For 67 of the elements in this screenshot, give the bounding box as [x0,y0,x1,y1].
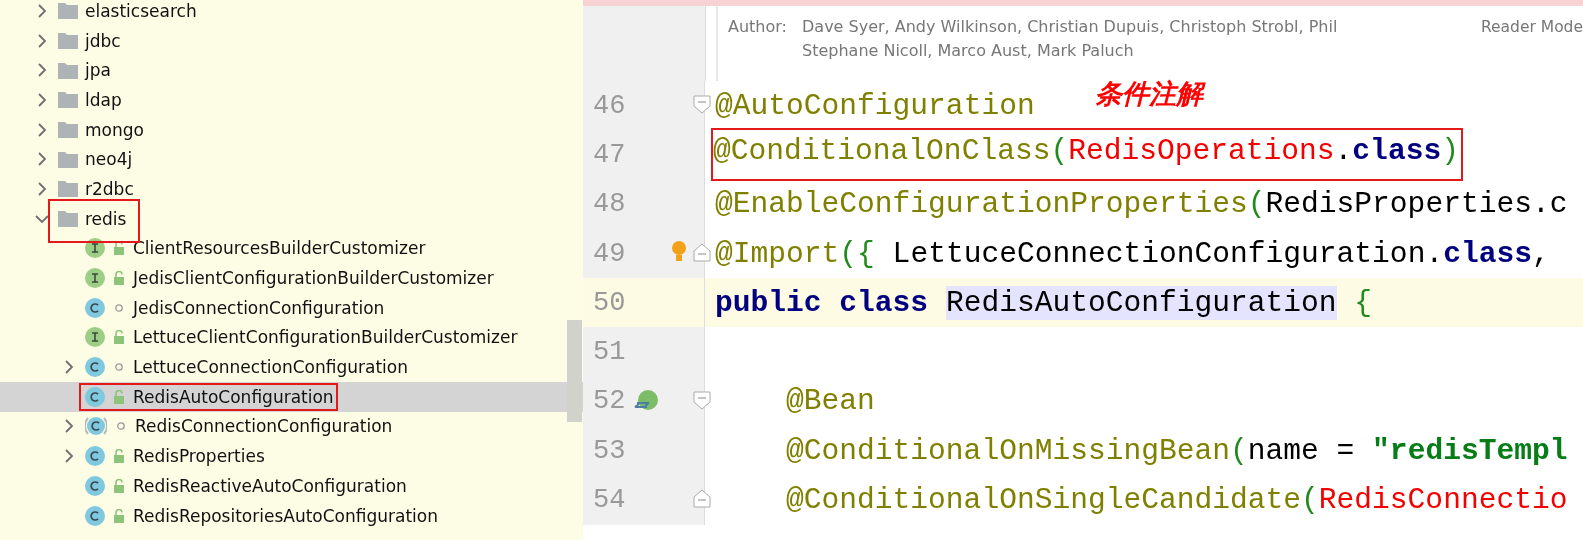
class-icon [85,505,105,526]
class-name: RedisProperties [133,446,265,467]
line-number: 51 [593,337,627,368]
code-line: @ConditionalOnClass(RedisOperations.class) [713,130,1461,180]
tree-row[interactable]: LettuceClientConfigurationBuilderCustomizer [0,322,583,353]
tree-row[interactable]: RedisAutoConfiguration [0,381,583,412]
line-number: 48 [593,189,627,220]
code-line: @ConditionalOnMissingBean(name = "redisTempl [785,432,1568,469]
class-icon [85,297,105,318]
class-name: JedisClientConfigurationBuilderCustomizer [133,268,494,289]
line-number: 47 [593,139,627,170]
class-icon [85,446,105,467]
class-name: LettuceConnectionConfiguration [133,357,409,378]
line-number: 50 [593,287,627,318]
class-icon [85,386,105,407]
tree-row[interactable]: RedisRepositoriesAutoConfiguration [0,500,583,531]
folder-name[interactable]: r2dbc [85,178,134,199]
interface-icon [85,268,105,289]
tree-row[interactable]: RedisConnectionConfiguration [0,411,583,442]
code-line: @ConditionalOnSingleCandidate(RedisConnectio [785,482,1568,518]
interface-icon [85,238,105,259]
tree-row[interactable]: JedisConnectionConfiguration [0,292,583,323]
class-name: RedisReactiveAutoConfiguration [133,475,407,496]
line-number: 49 [593,238,627,269]
code-line: public class RedisAutoConfiguration { [715,284,1373,321]
class-name: LettuceClientConfigurationBuilderCustomizer [133,327,518,348]
class-name: RedisConnectionConfiguration [135,416,393,437]
folder-name[interactable]: neo4j [85,149,133,170]
class-name: RedisRepositoriesAutoConfiguration [133,505,438,526]
tree-row[interactable]: RedisReactiveAutoConfiguration [0,471,583,501]
tree-row[interactable]: ClientResourcesBuilderCustomizer [0,233,583,264]
folder-icon [58,150,78,168]
line-number: 53 [593,435,627,466]
scrollbar-thumb[interactable] [567,320,582,422]
abstract-class-icon [85,416,107,437]
author-names: Dave Syer, Andy Wilkinson, Christian Dupuis, Christoph Strobl, Phil Stephane Nicoll, Marco Aust, Mark Paluch [802,16,1339,62]
folder-icon [58,121,78,139]
folder-name[interactable]: jdbc [85,30,121,51]
folder-name[interactable]: redis [85,208,127,229]
folder-icon [58,61,78,79]
class-name: RedisAutoConfiguration [133,386,334,407]
folder-name[interactable]: jpa [85,60,111,81]
tree-row[interactable]: LettuceConnectionConfiguration [0,352,583,382]
class-name: JedisConnectionConfiguration [133,297,385,318]
class-name: ClientResourcesBuilderCustomizer [133,238,426,259]
interface-icon [85,327,105,348]
class-icon [85,475,105,496]
code-line: @AutoConfiguration [715,87,1035,124]
class-icon [85,357,105,378]
line-number: 52 [593,386,627,417]
author-label: Author: [728,16,788,38]
folder-name[interactable]: ldap [85,89,122,110]
tree-row[interactable]: JedisClientConfigurationBuilderCustomizer [0,263,583,293]
folder-icon [58,91,78,109]
folder-icon [58,2,78,20]
tree-row[interactable]: RedisProperties [0,441,583,471]
folder-name[interactable]: mongo [85,119,144,140]
code-line: @Bean [785,383,875,420]
code-line: @EnableConfigurationProperties(RedisProperties.c [715,186,1568,223]
folder-icon [58,32,78,50]
folder-icon [58,210,78,228]
reader-mode-link[interactable]: Reader Mode [1481,15,1583,81]
folder-icon [58,180,78,198]
line-number: 46 [593,90,627,121]
code-line: @Import({ LettuceConnectionConfiguration.class, [715,235,1550,272]
line-number: 54 [593,485,627,515]
folder-name[interactable]: elasticsearch [85,0,197,21]
